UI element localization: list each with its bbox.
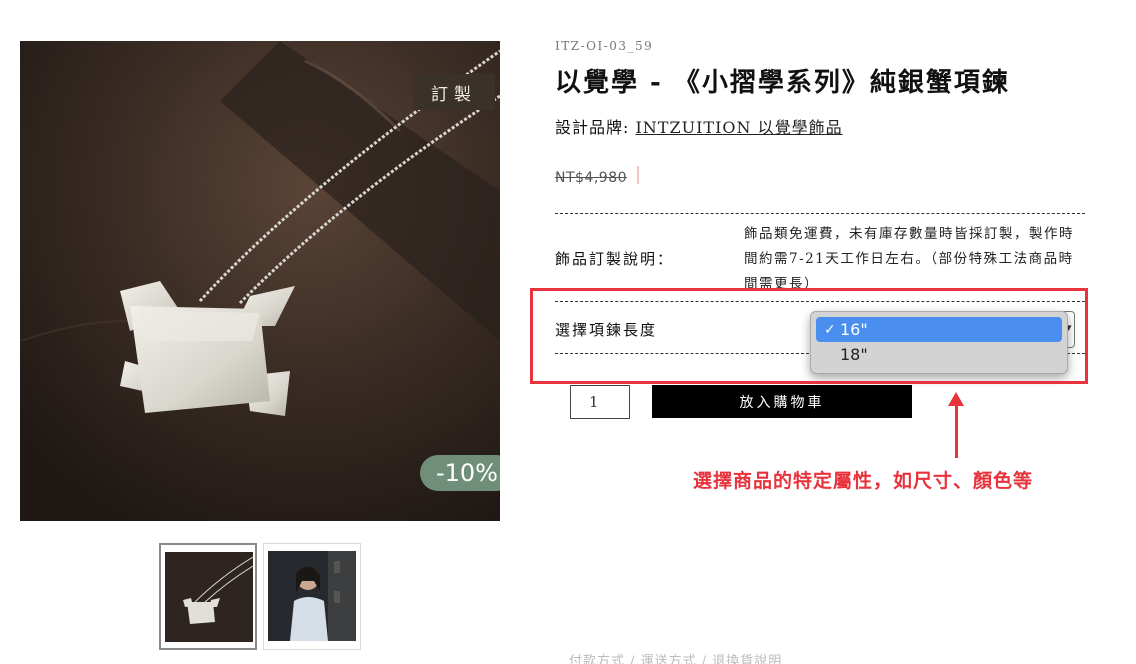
brand-link[interactable]: INTZUITION 以覺學飾品 (635, 118, 842, 137)
divider (555, 213, 1085, 214)
product-sku: ITZ-OI-03_59 (555, 39, 654, 53)
thumbnail-2-image (268, 551, 356, 641)
thumbnail-1[interactable] (159, 543, 257, 650)
faded-footer-text: 付款方式 / 運送方式 / 退換貨說明 (569, 654, 783, 664)
thumbnail-1-image (165, 552, 253, 642)
annotation-highlight-box (530, 288, 1088, 384)
add-to-cart-button[interactable]: 放入購物車 (652, 385, 912, 418)
thumbnail-2[interactable] (263, 543, 361, 650)
quantity-input[interactable]: 1 (570, 385, 630, 419)
product-title: 以覺學 - 《小摺學系列》純銀蟹項鍊 (555, 68, 1010, 98)
original-price: NT$4,980 (555, 170, 628, 186)
custom-note-label: 飾品訂製說明： (555, 250, 675, 268)
annotation-arrow-shaft (955, 402, 958, 458)
main-product-image[interactable]: 訂製 -10% (20, 41, 500, 521)
annotation-text: 選擇商品的特定屬性，如尺寸、顏色等 (693, 470, 1034, 492)
custom-note-text: 飾品類免運費，未有庫存數量時皆採訂製，製作時間約需7-21天工作日左右。（部份特… (744, 226, 1074, 290)
discount-badge: -10% (420, 455, 500, 491)
brand-row: 設計品牌: INTZUITION 以覺學飾品 (555, 114, 843, 138)
product-photo-illustration (20, 41, 500, 521)
sale-price-marker (637, 166, 639, 184)
brand-prefix: 設計品牌: (555, 118, 636, 137)
custom-made-badge: 訂製 (413, 74, 495, 110)
